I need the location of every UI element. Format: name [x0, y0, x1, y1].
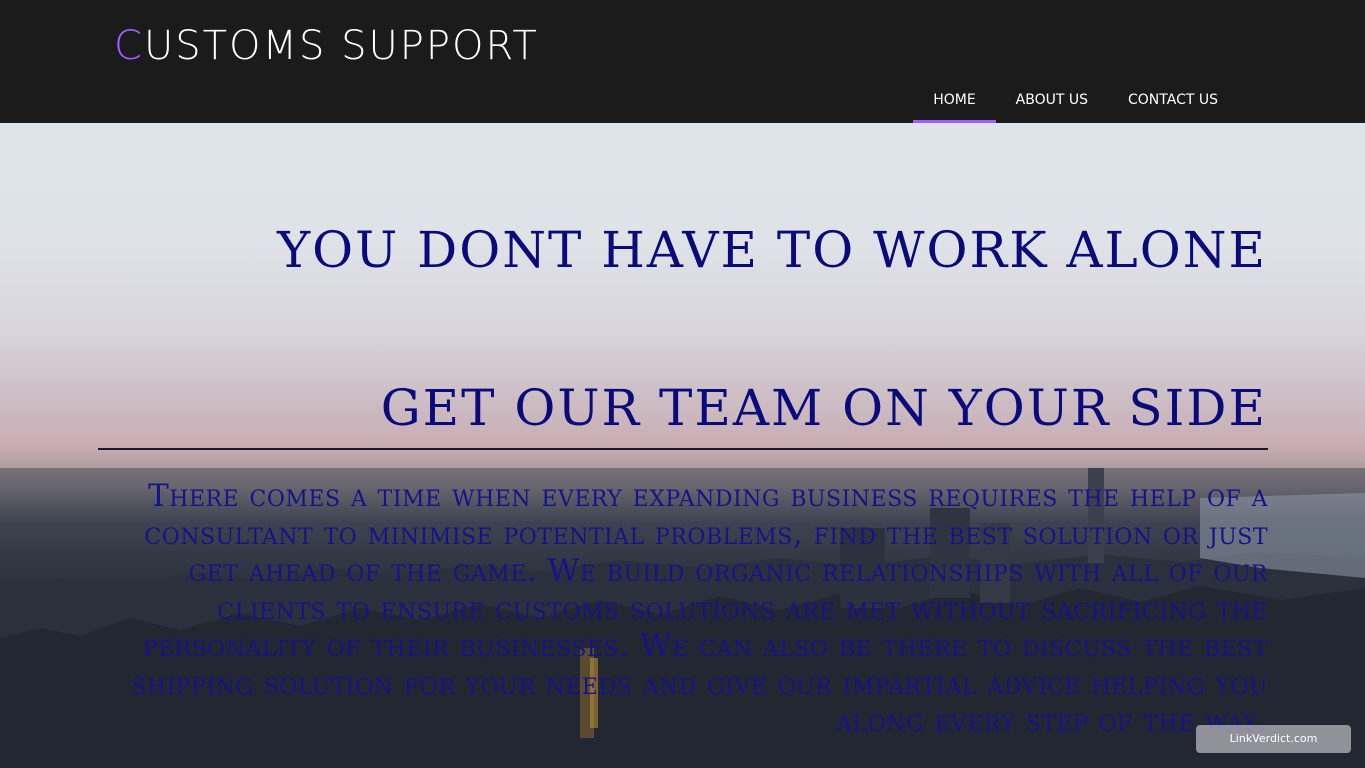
hero-subtitle: GET OUR TEAM ON YOUR SIDE: [380, 379, 1267, 437]
logo-text: USTOMS SUPPORT: [143, 23, 539, 69]
main-nav: HOME ABOUT US CONTACT US: [913, 79, 1238, 123]
logo-first-letter: C: [114, 23, 144, 69]
site-logo[interactable]: CUSTOMS SUPPORT: [114, 22, 539, 70]
hero-section: YOU DONT HAVE TO WORK ALONE GET OUR TEAM…: [0, 123, 1365, 768]
hero-body-text: There comes a time when every expanding …: [131, 478, 1268, 739]
watermark-badge[interactable]: LinkVerdict.com: [1196, 725, 1351, 753]
nav-about-us[interactable]: ABOUT US: [996, 79, 1108, 123]
nav-contact-us[interactable]: CONTACT US: [1108, 79, 1238, 123]
nav-home[interactable]: HOME: [913, 79, 997, 123]
site-header: CUSTOMS SUPPORT HOME ABOUT US CONTACT US: [0, 0, 1365, 123]
hero-divider: [98, 448, 1268, 450]
hero-title: YOU DONT HAVE TO WORK ALONE: [277, 221, 1267, 279]
